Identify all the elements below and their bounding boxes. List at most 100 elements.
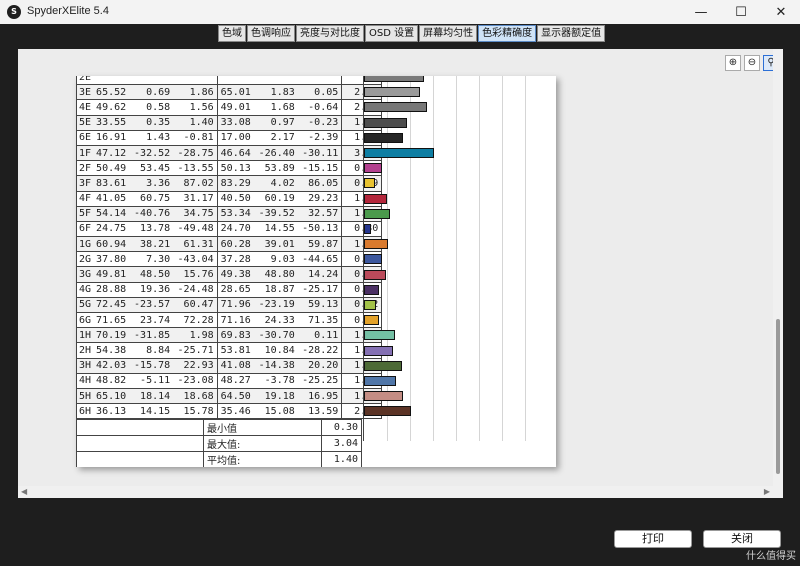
table-cell: -25.25 <box>297 372 343 389</box>
tab-6[interactable]: 显示器额定值 <box>537 25 606 42</box>
delta-e-bar <box>364 391 403 402</box>
table-cell: 3E <box>76 84 94 101</box>
table-cell: 35.46 <box>217 403 254 420</box>
table-cell: 2F <box>76 160 94 177</box>
delta-e-bar <box>364 163 382 174</box>
table-row: 1H70.19-31.851.9869.83-30.700.111.36 <box>76 327 383 344</box>
maximize-button[interactable]: ☐ <box>723 0 759 24</box>
table-cell: -15.78 <box>129 357 174 374</box>
table-cell: 18.68 <box>173 387 218 405</box>
tab-4[interactable]: 屏幕均匀性 <box>419 25 478 42</box>
table-cell: 71.65 <box>93 311 130 329</box>
table-cell: 23.74 <box>129 311 174 329</box>
close-window-button[interactable]: ✕ <box>763 0 799 24</box>
scroll-left-icon[interactable]: ◀ <box>21 486 27 498</box>
table-cell: -2.39 <box>297 129 343 146</box>
summary-value: 0.30 <box>321 419 362 437</box>
table-cell: -50.13 <box>297 220 343 238</box>
table-cell: 24.75 <box>93 220 130 238</box>
table-cell: -24.48 <box>173 281 218 298</box>
table-row: 2H54.388.84-25.7153.8110.84-28.221.28 <box>76 342 383 359</box>
table-cell: 1G <box>76 236 94 253</box>
table-cell: 0.11 <box>297 327 343 344</box>
table-cell: 18.14 <box>129 387 174 405</box>
zoom-toolbar: ⊕ ⊖ ⚲ <box>725 55 779 71</box>
table-cell: 13.59 <box>297 403 343 420</box>
table-cell: 54.14 <box>93 205 130 222</box>
table-cell: 0.97 <box>253 114 298 131</box>
table-cell: 83.61 <box>93 175 130 192</box>
summary-spacer <box>76 451 204 467</box>
table-cell: 32.57 <box>297 205 343 222</box>
vertical-scrollbar[interactable] <box>773 49 783 498</box>
table-cell: -26.40 <box>253 144 298 162</box>
table-cell: 1.68 <box>253 99 298 116</box>
summary-value: 3.04 <box>321 435 362 453</box>
color-accuracy-report: 2E3E65.520.691.8665.011.830.052.444E49.6… <box>76 76 526 467</box>
table-cell: 5F <box>76 205 94 222</box>
minimize-button[interactable]: — <box>683 0 719 24</box>
table-cell: 19.18 <box>253 387 298 405</box>
zoom-in-icon[interactable]: ⊕ <box>725 55 741 71</box>
table-row: 3H42.03-15.7822.9341.08-14.3820.201.66 <box>76 357 383 374</box>
table-cell: 1.83 <box>253 84 298 101</box>
color-accuracy-table: 2E3E65.520.691.8665.011.830.052.444E49.6… <box>76 76 383 420</box>
table-cell: 0.35 <box>129 114 174 131</box>
table-row: 6E16.911.43-0.8117.002.17-2.391.71 <box>76 129 383 146</box>
table-cell: 49.38 <box>217 266 254 283</box>
summary-row: 平均值: 1.40 <box>76 451 362 467</box>
table-cell: 15.76 <box>173 266 218 283</box>
table-row: 6H36.1314.1515.7835.4615.0813.592.04 <box>76 403 383 420</box>
horizontal-scrollbar[interactable]: ◀ ▶ <box>18 486 773 498</box>
grid-line <box>456 76 457 441</box>
grid-line <box>502 76 503 441</box>
table-cell: 65.01 <box>217 84 254 101</box>
table-row: 4H48.82-5.11-23.0848.27-3.78-25.251.39 <box>76 372 383 389</box>
table-cell: 4H <box>76 372 94 389</box>
table-cell: 3.36 <box>129 175 174 192</box>
zoom-out-icon[interactable]: ⊖ <box>744 55 760 71</box>
vertical-scroll-thumb[interactable] <box>776 319 780 474</box>
delta-e-bar <box>364 239 389 250</box>
table-cell: 28.65 <box>217 281 254 298</box>
table-cell: -28.75 <box>173 144 218 162</box>
watermark: 什么值得买 <box>746 551 796 562</box>
table-cell: 60.28 <box>217 236 254 253</box>
table-cell: 14.55 <box>253 220 298 238</box>
table-cell: 15.08 <box>253 403 298 420</box>
report-page: 2E3E65.520.691.8665.011.830.052.444E49.6… <box>76 76 556 467</box>
table-row: 5F54.14-40.7634.7553.34-39.5232.571.12 <box>76 205 383 222</box>
grid-line <box>410 76 411 441</box>
table-cell: 72.28 <box>173 311 218 329</box>
tab-3[interactable]: OSD 设置 <box>365 25 419 42</box>
table-cell: -5.11 <box>129 372 174 389</box>
summary-table: 最小值 0.30 最大值: 3.04 平均值: 1.40 <box>76 419 362 467</box>
table-cell: 0.05 <box>297 84 343 101</box>
summary-label: 平均值: <box>203 451 322 467</box>
table-cell: 31.17 <box>173 190 218 207</box>
table-cell: 16.95 <box>297 387 343 405</box>
table-cell: 15.78 <box>173 403 218 420</box>
tab-5[interactable]: 色彩精确度 <box>478 25 537 42</box>
table-cell: 41.08 <box>217 357 254 374</box>
table-cell: 6H <box>76 403 94 420</box>
close-button[interactable]: 关闭 <box>703 530 781 548</box>
table-row: 6G71.6523.7472.2871.1624.3371.350.65 <box>76 311 383 329</box>
report-preview-pane: ⊕ ⊖ ⚲ 2E3E65.520.691.8665.011.830.052.44… <box>18 49 783 498</box>
table-cell <box>297 76 343 86</box>
table-cell: -43.04 <box>173 251 218 268</box>
table-cell: -30.70 <box>253 327 298 344</box>
table-cell: 5G <box>76 296 94 314</box>
table-cell: 8.84 <box>129 342 174 359</box>
scroll-right-icon[interactable]: ▶ <box>764 486 770 498</box>
table-cell: 2H <box>76 342 94 359</box>
delta-e-bar <box>364 102 427 113</box>
table-cell: 0.58 <box>129 99 174 116</box>
tab-0[interactable]: 色域 <box>218 25 246 42</box>
tab-1[interactable]: 色调响应 <box>247 25 295 42</box>
print-button[interactable]: 打印 <box>614 530 692 548</box>
table-cell: 3H <box>76 357 94 374</box>
table-row: 3G49.8148.5015.7649.3848.8014.240.97 <box>76 266 383 283</box>
tab-2[interactable]: 亮度与对比度 <box>296 25 364 42</box>
table-cell: -39.52 <box>253 205 298 222</box>
